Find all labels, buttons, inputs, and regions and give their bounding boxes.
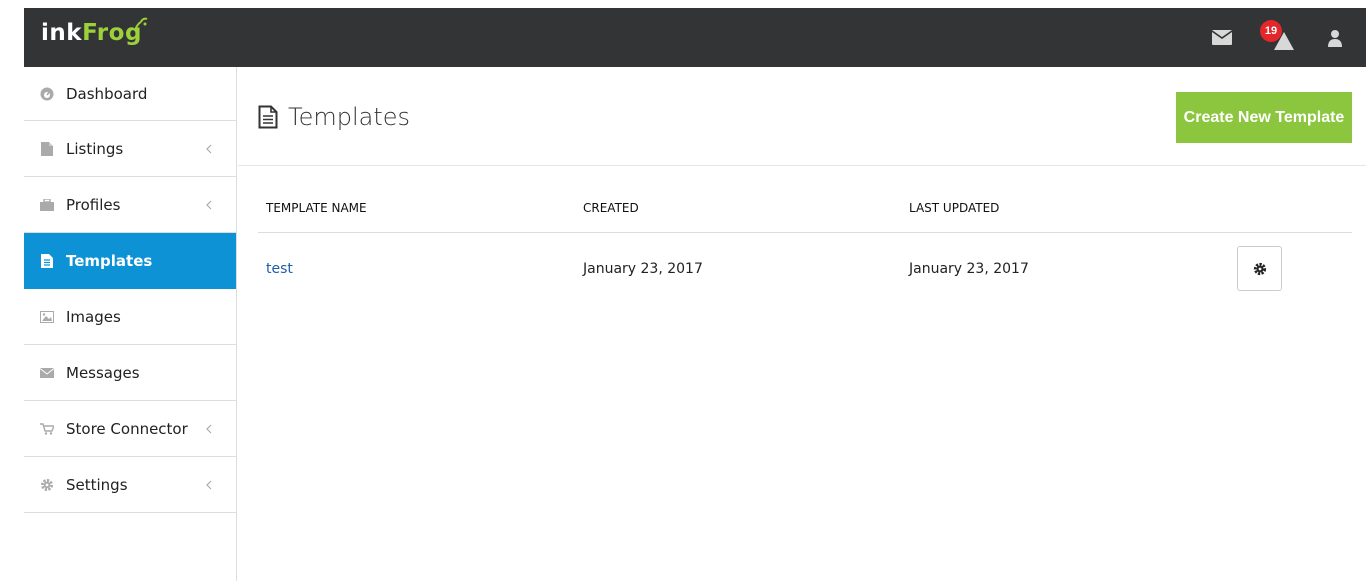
chevron-left-icon [206,424,212,433]
column-header-last-updated[interactable]: LAST UPDATED [909,201,999,215]
sidebar: Dashboard Listings Profiles Templates Im… [24,67,237,581]
page-title: Templates [288,103,411,131]
create-new-template-button[interactable]: Create New Template [1176,92,1352,143]
page-header: Templates Create New Template [238,67,1366,166]
cart-icon [40,422,54,436]
template-name-link[interactable]: test [266,261,293,277]
sidebar-item-dashboard[interactable]: Dashboard [24,67,236,121]
briefcase-icon [40,198,54,212]
user-icon [1328,29,1342,47]
sidebar-item-label: Messages [66,363,140,382]
column-header-template-name[interactable]: TEMPLATE NAME [266,201,367,215]
chevron-left-icon [206,480,212,489]
sidebar-item-settings[interactable]: Settings [24,457,236,513]
created-date: January 23, 2017 [583,261,703,277]
table-header: TEMPLATE NAME CREATED LAST UPDATED [258,182,1352,233]
image-icon [40,310,54,324]
sidebar-item-templates[interactable]: Templates [24,233,236,289]
file-text-icon [258,105,278,129]
sidebar-item-profiles[interactable]: Profiles [24,177,236,233]
last-updated-date: January 23, 2017 [909,261,1029,277]
page-title-group: Templates [258,103,410,131]
top-bar: inkFrog 19 [24,8,1366,67]
alerts-button[interactable]: 19 [1252,8,1302,67]
column-header-created[interactable]: CREATED [583,201,639,215]
gear-icon [40,478,54,492]
sidebar-item-label: Listings [66,139,124,158]
sidebar-item-messages[interactable]: Messages [24,345,236,401]
sidebar-item-label: Images [66,307,121,326]
messages-button[interactable] [1204,8,1240,67]
notification-badge: 19 [1260,20,1282,42]
sidebar-item-store-connector[interactable]: Store Connector [24,401,236,457]
dashboard-icon [40,87,54,101]
chevron-left-icon [206,200,212,209]
file-icon [40,141,54,156]
row-settings-button[interactable] [1237,246,1282,291]
logo-ink: ink [41,20,83,46]
file-text-icon [40,253,54,268]
main-content: Templates Create New Template TEMPLATE N… [238,67,1366,581]
templates-table: TEMPLATE NAME CREATED LAST UPDATED test … [258,182,1352,307]
envelope-icon [1212,30,1232,45]
app-logo[interactable]: inkFrog [41,17,148,46]
table-row: test January 23, 2017 January 23, 2017 [258,233,1352,307]
envelope-icon [40,366,54,380]
sidebar-item-label: Settings [66,475,128,494]
sidebar-item-label: Store Connector [66,419,188,438]
top-icons: 19 [1196,8,1366,67]
sidebar-item-label: Templates [66,251,153,270]
frog-sprout-icon [134,17,148,31]
sidebar-item-images[interactable]: Images [24,289,236,345]
chevron-left-icon [206,144,212,153]
gear-icon [1253,262,1266,275]
sidebar-item-label: Dashboard [66,84,148,103]
sidebar-item-listings[interactable]: Listings [24,121,236,177]
user-menu-button[interactable] [1310,8,1360,67]
sidebar-item-label: Profiles [66,195,121,214]
